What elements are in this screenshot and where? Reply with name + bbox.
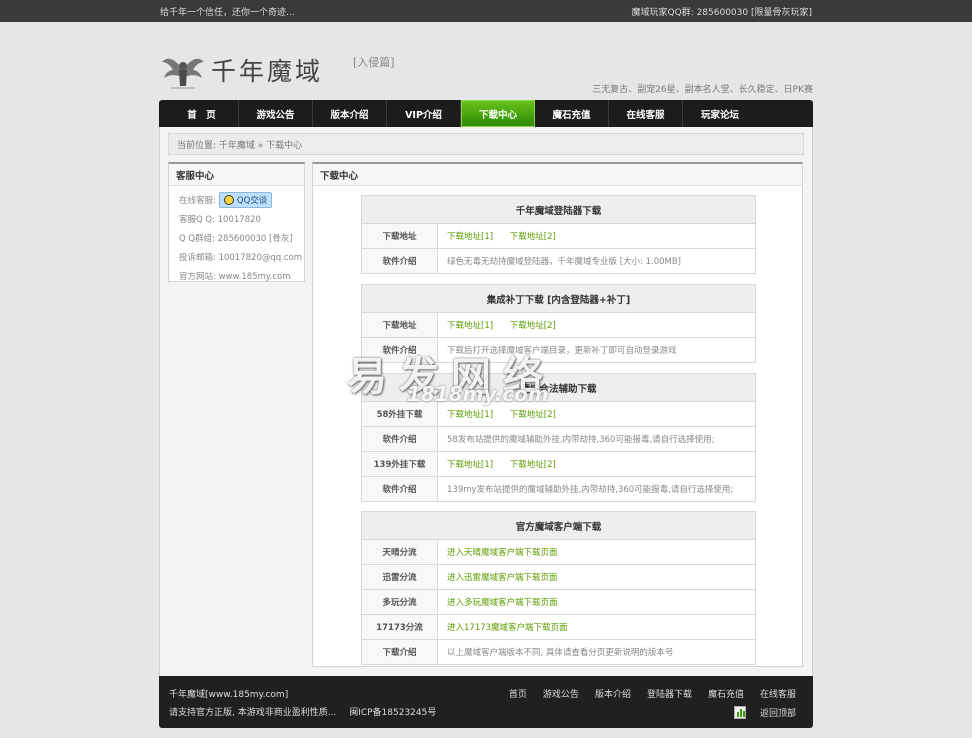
download-center-panel: 下载中心 千年魔域登陆器下载 下载地址 下载地址[1] 下载地址[2] 软件介绍… — [312, 162, 803, 667]
back-to-top-label: 返回顶部 — [759, 709, 796, 719]
download-link-2[interactable]: 下载地址[2] — [510, 410, 556, 420]
row-label: 天晴分流 — [361, 539, 438, 565]
logo[interactable]: 千年魔域 [入侵篇] — [161, 48, 395, 92]
helper-download-table: 魔域合法辅助下载 58外挂下载 下载地址[1] 下载地址[2] 软件介绍 58发… — [361, 373, 756, 502]
download-link-1[interactable]: 下载地址[1] — [447, 321, 493, 331]
table-row: 软件介绍 绿色无毒无劫持魔域登陆器，千年魔域专业版 [大小: 1.00MB] — [361, 248, 756, 274]
row-label: 软件介绍 — [361, 248, 438, 274]
download-link-2[interactable]: 下载地址[2] — [510, 232, 556, 242]
row-label: 58外挂下载 — [361, 401, 438, 427]
table-row: 17173分流 进入17173魔域客户端下载页面 — [361, 614, 756, 640]
icp-record[interactable]: 闽ICP备18523245号 — [349, 708, 436, 718]
table-row: 软件介绍 下载后打开选择魔域客户端目录，更新补丁即可自动登录游戏 — [361, 337, 756, 363]
table-row: 软件介绍 139my发布站提供的魔域辅助外挂,内带劫持,360可能报毒,请自行选… — [361, 476, 756, 502]
footer-links: 首页 游戏公告 版本介绍 登陆器下载 魔石充值 在线客服 — [493, 687, 796, 700]
footer-link-recharge[interactable]: 魔石充值 — [708, 687, 744, 700]
logo-subtitle: [入侵篇] — [353, 56, 395, 69]
row-label: 17173分流 — [361, 614, 438, 640]
row-label: 软件介绍 — [361, 337, 438, 363]
table-title: 集成补丁下载 [内含登陆器+补丁] — [361, 284, 756, 313]
nav-online-service[interactable]: 在线客服 — [609, 100, 683, 127]
row-label: 139外挂下载 — [361, 451, 438, 477]
download-link-1[interactable]: 下载地址[1] — [447, 460, 493, 470]
table-row: 多玩分流 进入多玩魔域客户端下载页面 — [361, 589, 756, 615]
official-site: 官方网站: www.185my.com — [179, 271, 291, 282]
online-service-label: 在线客服: — [179, 195, 216, 206]
footer-link-home[interactable]: 首页 — [509, 687, 527, 700]
breadcrumb: 当前位置: 千年魔域 » 下载中心 — [168, 133, 804, 155]
client-download-table: 官方魔域客户端下载 天晴分流 进入天晴魔域客户端下载页面 迅雷分流 进入迅雷魔域… — [361, 511, 756, 665]
footer-link-service[interactable]: 在线客服 — [760, 687, 796, 700]
software-intro: 58发布站提供的魔域辅助外挂,内带劫持,360可能报毒,请自行选择使用; — [437, 426, 756, 452]
table-title: 官方魔域客户端下载 — [361, 511, 756, 540]
stats-icon — [733, 706, 746, 719]
nav-announcements[interactable]: 游戏公告 — [239, 100, 313, 127]
sidebar-title: 客服中心 — [169, 164, 304, 186]
download-link-2[interactable]: 下载地址[2] — [510, 321, 556, 331]
client-download-link[interactable]: 进入天晴魔域客户端下载页面 — [447, 548, 558, 558]
table-row: 下载地址 下载地址[1] 下载地址[2] — [361, 223, 756, 249]
patch-download-table: 集成补丁下载 [内含登陆器+补丁] 下载地址 下载地址[1] 下载地址[2] 软… — [361, 284, 756, 363]
software-intro: 下载后打开选择魔域客户端目录，更新补丁即可自动登录游戏 — [437, 337, 756, 363]
main-title: 下载中心 — [313, 164, 802, 186]
server-features: 三无复古、副宠26星、副本名人堂、长久稳定、日PK赛 — [592, 85, 813, 95]
footer-link-version[interactable]: 版本介绍 — [595, 687, 631, 700]
top-bar: 给千年一个信任，还你一个奇迹... 魔域玩家QQ群: 285600030 [限量… — [0, 0, 972, 22]
footer-notice: 请支持官方正版, 本游戏非商业盈利性质... — [169, 708, 337, 718]
top-qq-group: 魔域玩家QQ群: 285600030 [限量骨灰玩家] — [631, 7, 812, 18]
qq-penguin-icon — [223, 194, 234, 205]
software-intro: 绿色无毒无劫持魔域登陆器，千年魔域专业版 [大小: 1.00MB] — [437, 248, 756, 274]
qq-group: Q Q群组: 285600030 [骨灰] — [179, 233, 293, 244]
online-service-row: 在线客服: QQ交谈 — [169, 190, 304, 209]
content-wrapper: 当前位置: 千年魔域 » 下载中心 客服中心 在线客服: QQ交谈 客服Q Q:… — [159, 127, 813, 676]
footer-site-name: 千年魔域[www.185my.com] — [169, 690, 289, 700]
table-row: 58外挂下载 下载地址[1] 下载地址[2] — [361, 401, 756, 427]
footer-notice-line: 请支持官方正版, 本游戏非商业盈利性质... 闽ICP备18523245号 — [169, 705, 436, 718]
download-link-1[interactable]: 下载地址[1] — [447, 410, 493, 420]
client-download-link[interactable]: 进入多玩魔域客户端下载页面 — [447, 598, 558, 608]
launcher-download-table: 千年魔域登陆器下载 下载地址 下载地址[1] 下载地址[2] 软件介绍 绿色无毒… — [361, 195, 756, 274]
row-label: 软件介绍 — [361, 426, 438, 452]
row-label: 软件介绍 — [361, 476, 438, 502]
logo-text: 千年魔域 — [211, 57, 324, 86]
row-label: 下载地址 — [361, 223, 438, 249]
nav-home[interactable]: 首 页 — [165, 100, 239, 127]
customer-service-box: 客服中心 在线客服: QQ交谈 客服Q Q: 10017820 Q Q群组: 2… — [168, 162, 305, 282]
table-title: 魔域合法辅助下载 — [361, 373, 756, 402]
footer-link-launcher[interactable]: 登陆器下载 — [647, 687, 692, 700]
table-row: 软件介绍 58发布站提供的魔域辅助外挂,内带劫持,360可能报毒,请自行选择使用… — [361, 426, 756, 452]
row-label: 迅雷分流 — [361, 564, 438, 590]
table-row: 下载地址 下载地址[1] 下载地址[2] — [361, 312, 756, 338]
header: 千年魔域 [入侵篇] 三无复古、副宠26星、副本名人堂、长久稳定、日PK赛 — [159, 22, 813, 100]
table-row: 天晴分流 进入天晴魔域客户端下载页面 — [361, 539, 756, 565]
table-row: 迅雷分流 进入迅雷魔域客户端下载页面 — [361, 564, 756, 590]
footer: 千年魔域[www.185my.com] 请支持官方正版, 本游戏非商业盈利性质.… — [159, 676, 813, 728]
table-row: 139外挂下载 下载地址[1] 下载地址[2] — [361, 451, 756, 477]
nav-forum[interactable]: 玩家论坛 — [683, 100, 757, 127]
winged-warrior-icon — [162, 58, 204, 89]
client-download-link[interactable]: 进入迅雷魔域客户端下载页面 — [447, 573, 558, 583]
client-download-link[interactable]: 进入17173魔域客户端下载页面 — [447, 623, 568, 633]
nav-version-intro[interactable]: 版本介绍 — [313, 100, 387, 127]
download-intro: 以上魔域客户端版本不同, 具体请查看分页更新说明的版本号 — [437, 639, 756, 665]
row-label: 多玩分流 — [361, 589, 438, 615]
nav-vip-intro[interactable]: VIP介绍 — [387, 100, 461, 127]
table-title: 千年魔域登陆器下载 — [361, 195, 756, 224]
top-slogan: 给千年一个信任，还你一个奇迹... — [160, 7, 295, 18]
software-intro: 139my发布站提供的魔域辅助外挂,内带劫持,360可能报毒,请自行选择使用; — [437, 476, 756, 502]
table-row: 下载介绍 以上魔域客户端版本不同, 具体请查看分页更新说明的版本号 — [361, 639, 756, 665]
main-nav: 首 页 游戏公告 版本介绍 VIP介绍 下载中心 魔石充值 在线客服 玩家论坛 — [159, 100, 813, 127]
row-label: 下载介绍 — [361, 639, 438, 665]
back-to-top[interactable]: 返回顶部 — [733, 706, 796, 719]
nav-download-center[interactable]: 下载中心 — [461, 100, 535, 127]
service-qq: 客服Q Q: 10017820 — [179, 214, 261, 225]
footer-link-announcements[interactable]: 游戏公告 — [543, 687, 579, 700]
download-link-1[interactable]: 下载地址[1] — [447, 232, 493, 242]
qq-chat-label: QQ交谈 — [236, 195, 268, 206]
download-link-2[interactable]: 下载地址[2] — [510, 460, 556, 470]
row-label: 下载地址 — [361, 312, 438, 338]
complaint-email: 投诉邮箱: 10017820@qq.com — [179, 252, 302, 263]
nav-recharge[interactable]: 魔石充值 — [535, 100, 609, 127]
qq-chat-button[interactable]: QQ交谈 — [218, 191, 273, 208]
